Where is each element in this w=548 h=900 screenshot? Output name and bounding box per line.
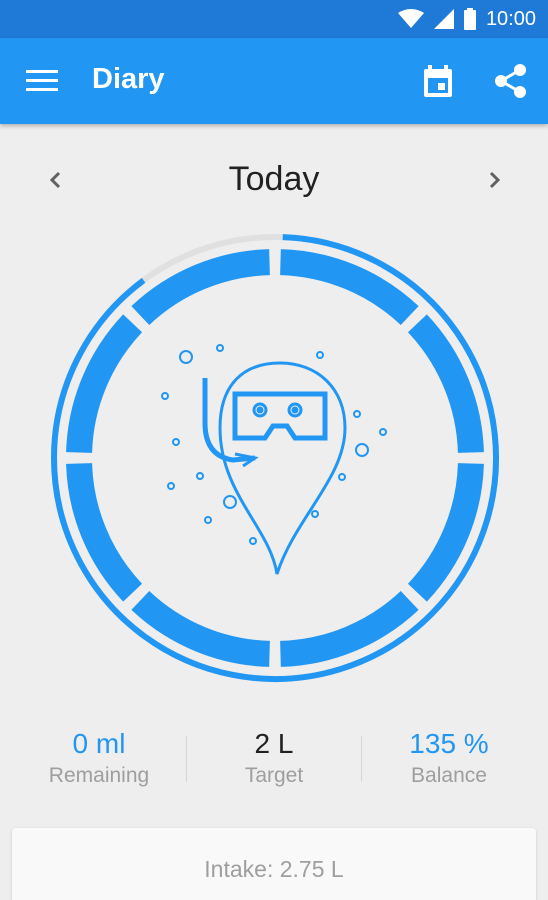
wifi-icon xyxy=(397,9,424,28)
stats-row: 0 ml Remaining 2 L Target 135 % Balance xyxy=(0,724,548,804)
day-title: Today xyxy=(228,160,320,198)
status-time: 10:00 xyxy=(485,7,536,30)
app-title: Diary xyxy=(92,63,165,95)
chevron-right-icon[interactable] xyxy=(480,166,508,194)
app-bar: Diary xyxy=(0,38,548,124)
progress-arc xyxy=(51,234,499,682)
progress-ring xyxy=(51,234,499,682)
diver-illustration xyxy=(161,344,387,575)
target-label: Target xyxy=(244,764,304,787)
date-navigator: Today xyxy=(0,150,548,210)
intake-card[interactable]: Intake: 2.75 L xyxy=(12,828,536,900)
calendar-icon[interactable] xyxy=(420,63,456,99)
status-icons: 10:00 xyxy=(397,0,536,38)
ring-segments xyxy=(51,234,499,682)
snorkel-icon xyxy=(202,378,256,463)
target-stat[interactable]: 2 L Target xyxy=(184,724,364,788)
balance-stat: 135 % Balance xyxy=(359,724,539,788)
menu-icon[interactable] xyxy=(26,70,58,92)
target-value: 2 L xyxy=(254,728,294,759)
bubbles xyxy=(161,344,387,545)
signal-icon xyxy=(433,9,454,29)
balance-label: Balance xyxy=(411,764,487,787)
battery-icon xyxy=(463,8,476,30)
remaining-stat: 0 ml Remaining xyxy=(9,724,189,788)
remaining-label: Remaining xyxy=(48,764,150,787)
intake-text: Intake: 2.75 L xyxy=(204,856,344,882)
share-icon[interactable] xyxy=(492,62,530,100)
goggles-icon xyxy=(232,391,328,441)
remaining-value: 0 ml xyxy=(72,728,126,759)
balance-value: 135 % xyxy=(409,728,489,759)
status-bar: 10:00 xyxy=(0,0,548,38)
